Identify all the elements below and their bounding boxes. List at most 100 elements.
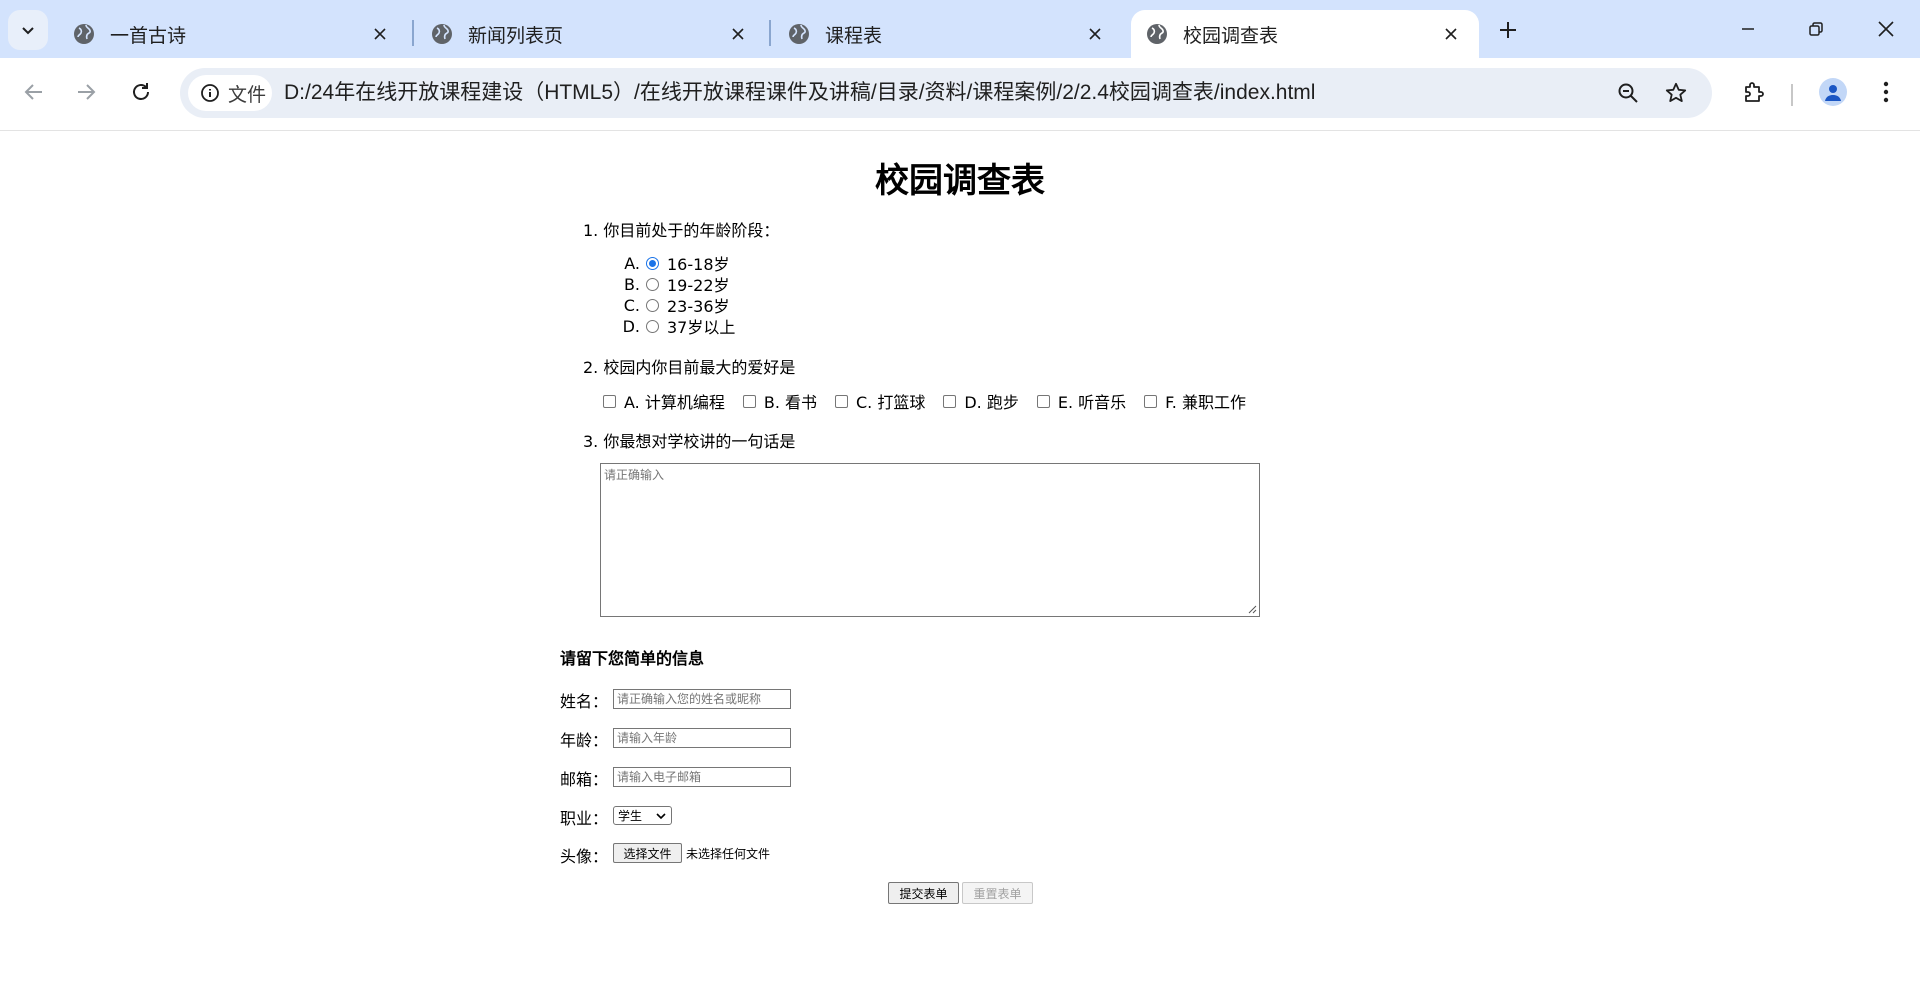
file-status: 未选择任何文件 (686, 847, 771, 861)
hobby-checkbox[interactable] (835, 394, 848, 408)
tab-news-list[interactable]: 新闻列表页 (416, 10, 766, 58)
minimize-icon (1742, 28, 1754, 30)
input-placeholder: 请输入电子邮箱 (617, 770, 702, 784)
hobby-checkbox[interactable] (1144, 394, 1158, 408)
tab-search-button[interactable] (8, 10, 48, 50)
hobby-option-d[interactable]: D. 跑步 (943, 389, 1019, 413)
age-radio-d[interactable] (646, 319, 659, 333)
site-info-label: 文件 (228, 83, 267, 106)
restore-icon (1809, 22, 1823, 36)
job-label: 职业： (560, 809, 609, 828)
hobby-options: A. 计算机编程 B. 看书 C. 打篮球 D. 跑步 E. 听音乐 F. 兼职… (603, 389, 1246, 413)
globe-icon (74, 24, 94, 44)
globe-icon (1147, 24, 1167, 44)
close-tab-icon[interactable] (1079, 18, 1111, 50)
close-tab-icon[interactable] (364, 18, 396, 50)
reset-button[interactable]: 重置表单 (962, 882, 1033, 904)
arrow-right-icon (78, 84, 96, 100)
arrow-left-icon (24, 84, 42, 100)
reload-button[interactable] (121, 72, 161, 112)
option-text: B. 看书 (763, 393, 817, 412)
menu-button[interactable] (1866, 72, 1906, 112)
tab-divider (412, 20, 414, 46)
age-option-b[interactable]: B. 19-22岁 (620, 274, 730, 296)
page-title: 校园调查表 (875, 161, 1045, 201)
tab-strip: 一首古诗 新闻列表页 课程表 校园调查表 (0, 0, 1920, 58)
tab-poem[interactable]: 一首古诗 (58, 10, 408, 58)
age-radio-a[interactable] (646, 256, 659, 270)
question-2-label: 2. 校园内你目前最大的爱好是 (583, 358, 796, 377)
tab-divider (769, 20, 771, 46)
name-label: 姓名： (560, 692, 609, 711)
reload-icon (133, 83, 149, 100)
hobby-checkbox[interactable] (943, 394, 957, 408)
select-value: 学生 (618, 809, 643, 823)
avatar-label: 头像： (560, 847, 609, 866)
close-tab-icon[interactable] (1435, 18, 1467, 50)
zoom-button[interactable] (1612, 77, 1644, 109)
restore-button[interactable] (1786, 6, 1846, 52)
back-button[interactable] (14, 72, 54, 112)
hobby-option-f[interactable]: F. 兼职工作 (1144, 389, 1246, 413)
hobby-checkbox[interactable] (603, 394, 616, 408)
info-icon (201, 84, 219, 102)
site-info-chip[interactable]: 文件 (188, 75, 272, 111)
extensions-button[interactable] (1734, 72, 1774, 112)
browser-toolbar: 文件 D:/24年在线开放课程建设（HTML5）/在线开放课程课件及讲稿/目录/… (0, 58, 1920, 131)
question-3-label: 3. 你最想对学校讲的一句话是 (583, 432, 796, 451)
tab-title: 校园调查表 (1183, 24, 1279, 47)
age-option-a[interactable]: A. 16-18岁 (620, 253, 729, 275)
resize-handle-icon[interactable] (1247, 604, 1257, 614)
close-icon (1878, 21, 1894, 37)
puzzle-icon (1745, 82, 1764, 102)
zoom-icon (1618, 83, 1638, 103)
address-bar[interactable]: 文件 D:/24年在线开放课程建设（HTML5）/在线开放课程课件及讲稿/目录/… (180, 68, 1712, 118)
choose-file-button[interactable]: 选择文件 (613, 843, 682, 863)
job-select[interactable]: 学生 (613, 806, 672, 825)
url-text[interactable]: D:/24年在线开放课程建设（HTML5）/在线开放课程课件及讲稿/目录/资料/… (284, 68, 1315, 118)
tab-schedule[interactable]: 课程表 (773, 10, 1123, 58)
option-letter: B. (623, 274, 640, 294)
age-radio-c[interactable] (646, 298, 659, 312)
option-text: F. 兼职工作 (1165, 393, 1246, 412)
close-window-button[interactable] (1856, 6, 1916, 52)
email-input[interactable]: 请输入电子邮箱 (613, 767, 791, 787)
bookmark-button[interactable] (1660, 77, 1692, 109)
profile-button[interactable] (1813, 72, 1853, 112)
chevron-down-icon (22, 27, 34, 35)
submit-button[interactable]: 提交表单 (888, 882, 959, 904)
message-textarea[interactable]: 请正确输入 (600, 463, 1260, 617)
option-text: 37岁以上 (667, 318, 736, 337)
option-text: E. 听音乐 (1057, 393, 1127, 412)
option-letter: D. (622, 316, 640, 336)
new-tab-button[interactable] (1490, 12, 1526, 48)
input-placeholder: 请输入年龄 (617, 731, 678, 745)
star-icon (1665, 82, 1687, 102)
person-icon (1825, 85, 1841, 101)
info-section-title: 请留下您简单的信息 (560, 649, 705, 668)
toolbar-divider (1791, 84, 1793, 106)
option-text: A. 计算机编程 (624, 393, 725, 412)
plus-icon (1500, 22, 1516, 38)
tab-title: 一首古诗 (110, 24, 187, 47)
question-1-label: 1. 你目前处于的年龄阶段： (583, 221, 780, 240)
hobby-option-b[interactable]: B. 看书 (742, 389, 817, 413)
age-input[interactable]: 请输入年龄 (613, 728, 791, 748)
close-tab-icon[interactable] (722, 18, 754, 50)
hobby-option-e[interactable]: E. 听音乐 (1036, 389, 1127, 413)
globe-icon (432, 24, 452, 44)
hobby-checkbox[interactable] (742, 394, 756, 408)
option-letter: C. (623, 295, 640, 315)
age-option-c[interactable]: C. 23-36岁 (620, 295, 730, 317)
age-option-d[interactable]: D. 37岁以上 (620, 316, 736, 338)
name-input[interactable]: 请正确输入您的姓名或昵称 (613, 689, 791, 709)
hobby-option-c[interactable]: C. 打篮球 (835, 389, 925, 413)
minimize-button[interactable] (1718, 6, 1778, 52)
hobby-checkbox[interactable] (1036, 394, 1050, 408)
age-label: 年龄： (560, 731, 609, 750)
forward-button[interactable] (66, 72, 106, 112)
hobby-option-a[interactable]: A. 计算机编程 (603, 389, 725, 413)
textarea-placeholder: 请正确输入 (604, 468, 665, 482)
tab-campus-survey[interactable]: 校园调查表 (1131, 10, 1479, 58)
age-radio-b[interactable] (646, 277, 659, 291)
